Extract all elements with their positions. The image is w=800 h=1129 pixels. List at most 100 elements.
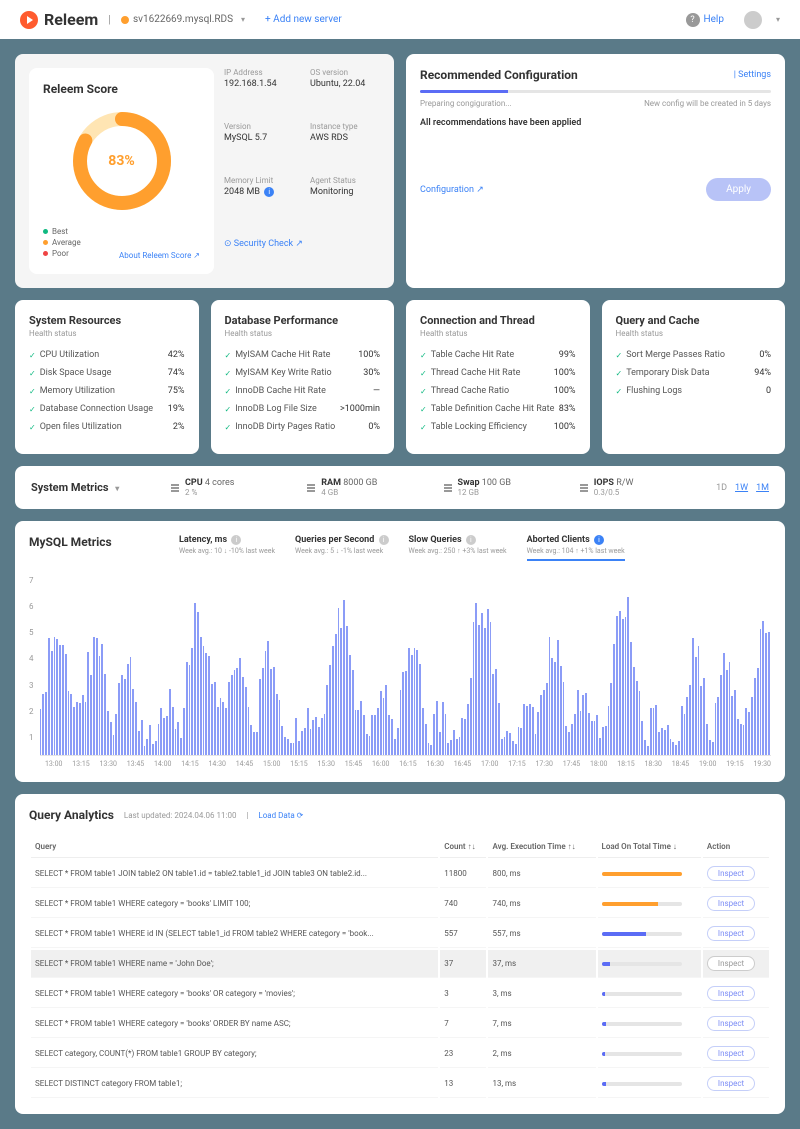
- chevron-down-icon: ▾: [241, 15, 245, 24]
- inspect-button[interactable]: Inspect: [707, 986, 755, 1001]
- col-count[interactable]: Count ↑↓: [440, 836, 486, 858]
- logo-icon: [20, 11, 38, 29]
- swap-metric: Swap 100 GB12 GB: [444, 478, 560, 497]
- info-icon: i: [379, 535, 389, 545]
- mysql-metrics-card: MySQL Metrics Latency, ms iWeek avg.: 10…: [15, 521, 785, 782]
- inspect-button[interactable]: Inspect: [707, 866, 755, 881]
- database-performance-card: Database Performance Health status ✓MyIS…: [211, 300, 395, 454]
- avatar[interactable]: [744, 11, 762, 29]
- health-row: ✓Table Cache Hit Rate99%: [420, 350, 576, 360]
- health-row: ✓Thread Cache Ratio100%: [420, 386, 576, 396]
- health-row: ✓Database Connection Usage19%: [29, 404, 185, 414]
- col-load[interactable]: Load On Total Time ↓: [598, 836, 701, 858]
- time-range[interactable]: 1D 1W 1M: [716, 483, 769, 493]
- inspect-button[interactable]: Inspect: [707, 1076, 755, 1091]
- health-row: System Resources Health status ✓CPU Util…: [15, 300, 785, 454]
- tab-aborted[interactable]: Aborted Clients iWeek avg.: 104 ↑ +1% la…: [527, 535, 625, 561]
- check-icon: ✓: [29, 351, 36, 360]
- health-row: ✓Thread Cache Hit Rate100%: [420, 368, 576, 378]
- range-1w[interactable]: 1W: [735, 483, 748, 493]
- col-avg[interactable]: Avg. Execution Time ↑↓: [488, 836, 595, 858]
- health-row: ✓Table Locking Efficiency100%: [420, 422, 576, 432]
- system-resources-card: System Resources Health status ✓CPU Util…: [15, 300, 199, 454]
- load-data-link[interactable]: Load Data ⟳: [258, 811, 303, 820]
- check-icon: ✓: [29, 405, 36, 414]
- rec-applied: All recommendations have been applied: [420, 118, 771, 128]
- days-text: New config will be created in 5 days: [644, 99, 771, 108]
- health-row: ✓MyISAM Key Write Ratio30%: [225, 368, 381, 378]
- help-icon: ?: [686, 13, 700, 27]
- table-row[interactable]: SELECT * FROM table1 JOIN table2 ON tabl…: [31, 860, 769, 888]
- security-check-link[interactable]: ⊙ Security Check ↗: [224, 239, 380, 274]
- table-row[interactable]: SELECT DISTINCT category FROM table1;131…: [31, 1070, 769, 1098]
- inspect-button[interactable]: Inspect: [707, 896, 755, 911]
- help-link[interactable]: ? Help: [686, 13, 724, 27]
- system-metrics-title[interactable]: System Metrics ▾: [31, 481, 151, 494]
- health-row: ✓InnoDB Cache Hit Rate—: [225, 386, 381, 396]
- check-icon: ✓: [616, 387, 623, 396]
- x-axis: 13:0013:1513:3013:4514:0014:1514:3014:45…: [29, 760, 771, 768]
- score-percent: 83%: [108, 153, 134, 169]
- score-legend: Best Average Poor: [43, 227, 81, 260]
- check-icon: ✓: [225, 369, 232, 378]
- cpu-metric: CPU 4 cores2 %: [171, 478, 287, 497]
- topbar: Releem | sv1622669.mysql.RDS ▾ + Add new…: [0, 0, 800, 39]
- apply-button[interactable]: Apply: [706, 178, 771, 201]
- health-row: ✓Sort Merge Passes Ratio0%: [616, 350, 772, 360]
- table-row[interactable]: SELECT * FROM table1 WHERE category = 'b…: [31, 890, 769, 918]
- range-1m[interactable]: 1M: [756, 483, 769, 493]
- tab-slow[interactable]: Slow Queries iWeek avg.: 250 ↑ +3% last …: [409, 535, 507, 561]
- tab-queries[interactable]: Queries per Second iWeek avg.: 5 ↓ -1% l…: [295, 535, 388, 561]
- query-table: Query Count ↑↓ Avg. Execution Time ↑↓ Lo…: [29, 834, 771, 1100]
- check-icon: ✓: [420, 405, 427, 414]
- table-row[interactable]: SELECT * FROM table1 WHERE category = 'b…: [31, 1010, 769, 1038]
- score-donut: 83%: [67, 106, 177, 216]
- brand-name: Releem: [44, 10, 98, 29]
- divider: |: [108, 13, 111, 26]
- table-row[interactable]: SELECT category, COUNT(*) FROM table1 GR…: [31, 1040, 769, 1068]
- check-icon: ✓: [29, 387, 36, 396]
- check-icon: ✓: [29, 369, 36, 378]
- table-row[interactable]: SELECT * FROM table1 WHERE name = 'John …: [31, 950, 769, 978]
- config-progress: [420, 90, 771, 93]
- info-icon[interactable]: i: [264, 187, 274, 197]
- score-card: Releem Score 83% Best Average Poor: [15, 54, 394, 288]
- query-cache-card: Query and Cache Health status ✓Sort Merg…: [602, 300, 786, 454]
- check-icon: ✓: [29, 423, 36, 432]
- system-metrics-bar: System Metrics ▾ CPU 4 cores2 % RAM 8000…: [15, 466, 785, 509]
- add-server-link[interactable]: + Add new server: [265, 14, 342, 25]
- server-info: IP Address192.168.1.54 OS versionUbuntu,…: [224, 68, 380, 274]
- table-row[interactable]: SELECT * FROM table1 WHERE id IN (SELECT…: [31, 920, 769, 948]
- score-title: Releem Score: [43, 82, 200, 96]
- info-icon: i: [466, 535, 476, 545]
- health-row: ✓Flushing Logs0: [616, 386, 772, 396]
- logo[interactable]: Releem: [20, 10, 98, 29]
- info-icon: i: [594, 535, 604, 545]
- check-icon: ✓: [420, 351, 427, 360]
- range-1d[interactable]: 1D: [716, 483, 727, 493]
- inspect-button[interactable]: Inspect: [707, 1016, 755, 1031]
- inspect-button[interactable]: Inspect: [707, 926, 755, 941]
- health-row: ✓MyISAM Cache Hit Rate100%: [225, 350, 381, 360]
- inspect-button[interactable]: Inspect: [707, 956, 755, 971]
- check-icon: ✓: [225, 423, 232, 432]
- health-row: ✓Temporary Disk Data94%: [616, 368, 772, 378]
- configuration-link[interactable]: Configuration ↗: [420, 185, 484, 195]
- table-row[interactable]: SELECT * FROM table1 WHERE category = 'b…: [31, 980, 769, 1008]
- preparing-text: Preparing congiguration...: [420, 99, 512, 108]
- health-row: ✓Disk Space Usage74%: [29, 368, 185, 378]
- check-icon: ✓: [420, 387, 427, 396]
- health-row: ✓Table Definition Cache Hit Rate83%: [420, 404, 576, 414]
- chevron-down-icon: ▾: [115, 484, 119, 493]
- tab-latency[interactable]: Latency, ms iWeek avg.: 10 ↓ -10% last w…: [179, 535, 275, 561]
- col-query[interactable]: Query: [31, 836, 438, 858]
- col-action: Action: [703, 836, 769, 858]
- server-selector[interactable]: sv1622669.mysql.RDS ▾: [121, 14, 245, 25]
- query-analytics-title: Query Analytics: [29, 808, 114, 822]
- recommended-config-card: Recommended Configuration | Settings Pre…: [406, 54, 785, 288]
- connection-thread-card: Connection and Thread Health status ✓Tab…: [406, 300, 590, 454]
- check-icon: ✓: [420, 423, 427, 432]
- chevron-down-icon[interactable]: ▾: [776, 15, 780, 24]
- settings-link[interactable]: | Settings: [734, 70, 771, 80]
- about-score-link[interactable]: About Releem Score ↗: [119, 251, 200, 260]
